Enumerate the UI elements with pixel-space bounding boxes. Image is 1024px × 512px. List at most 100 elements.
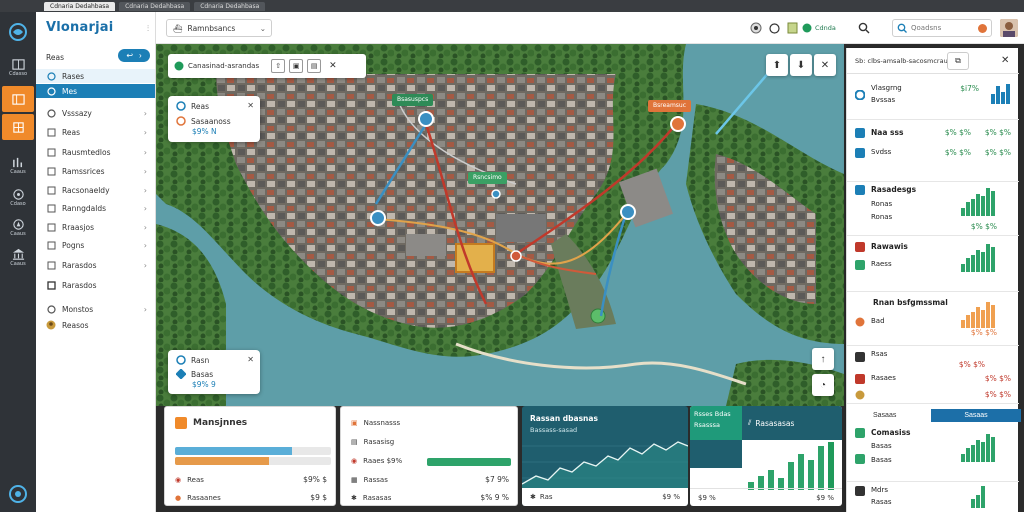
card-subtitle: Sasaanoss bbox=[191, 116, 231, 126]
rail-item-book[interactable]: Cdasso bbox=[2, 54, 34, 80]
map-pin-label[interactable]: Bsasuspcs bbox=[392, 94, 434, 106]
close-map-button[interactable]: ✕ bbox=[814, 54, 836, 76]
progress-bar bbox=[427, 458, 511, 466]
nav-item[interactable]: Reas › bbox=[36, 125, 155, 139]
mini-bar-chart bbox=[961, 188, 995, 216]
growth-card[interactable]: Rsses Bdas Rsasssa ⫽ Rasasasas $9 % $9 % bbox=[690, 406, 842, 506]
rail-item-layers[interactable] bbox=[2, 114, 34, 140]
copy-button[interactable]: ⧉ bbox=[947, 52, 969, 70]
share-button[interactable]: ⇧ bbox=[271, 59, 286, 73]
nav-item[interactable]: Ramssrices › bbox=[36, 164, 155, 178]
rail-item-panel[interactable] bbox=[2, 86, 34, 112]
map-info-card[interactable]: Rasn ✕ Basas $9% 9 bbox=[168, 350, 260, 394]
settings-icon[interactable] bbox=[8, 484, 28, 504]
card-footer: $9 % $9 % bbox=[690, 488, 842, 506]
metric-row[interactable]: Rasadesgs Ronas Ronas $% $% bbox=[847, 182, 1019, 236]
project-dropdown[interactable]: ⛴ Ramnbsancs ⌄ bbox=[166, 19, 272, 37]
metric-row[interactable]: Rnan bsfgmssmal Bad $% $% bbox=[847, 292, 1019, 346]
card-row: $9% N bbox=[192, 127, 217, 136]
highlight-label: Sasaas bbox=[964, 412, 988, 419]
nav-item-selected[interactable]: Mes bbox=[36, 84, 155, 98]
mini-bar bbox=[1001, 92, 1005, 104]
app-logo-icon[interactable] bbox=[8, 22, 28, 42]
close-icon[interactable]: ✕ bbox=[247, 101, 254, 110]
mini-bar bbox=[976, 250, 980, 272]
metric-row[interactable]: Rsas Rasaes $% $% $% $% $% $% bbox=[847, 346, 1019, 404]
card-row: $9% 9 bbox=[192, 380, 216, 389]
rail-item-bank[interactable]: Caaus bbox=[2, 244, 34, 270]
calendar-icon: ▦ bbox=[351, 475, 358, 484]
rail-item-label: Caaus bbox=[10, 230, 26, 237]
metric-row[interactable]: Rawawis Raess bbox=[847, 236, 1019, 292]
collapse-icon[interactable]: ⫶ bbox=[147, 24, 149, 34]
map-canvas[interactable]: Canasinad-asrandas ⇧ ▣ ▤ ✕ Bsasuspcs Bsr… bbox=[156, 44, 844, 406]
metric-row[interactable]: Vlasgrng Bvssas $i7% bbox=[847, 74, 1019, 120]
browser-tab[interactable]: Cdnaria Dedahbasa bbox=[44, 1, 116, 11]
nav-item[interactable]: Ranngdalds › bbox=[36, 201, 155, 215]
close-icon[interactable]: ✕ bbox=[329, 61, 337, 71]
square-icon bbox=[46, 240, 56, 250]
rail-item-network[interactable]: Cdaso bbox=[2, 184, 34, 210]
browser-tab[interactable]: Cdnaria Dedahbasa bbox=[119, 1, 191, 11]
nav-item[interactable]: Pogns › bbox=[36, 238, 155, 252]
nav-panel: Vlonarjai ⫶ ↩ › Reas Rases Mes Vsssazy › … bbox=[36, 12, 156, 512]
nav-item[interactable]: Monstos › bbox=[36, 302, 155, 316]
close-icon[interactable]: ✕ bbox=[1001, 55, 1009, 66]
nav-item[interactable]: Rarasdos bbox=[36, 278, 155, 292]
nav-item-label: Ranngdalds bbox=[62, 203, 107, 213]
pin-button[interactable]: ⬆ bbox=[766, 54, 788, 76]
metric-value: $% $% bbox=[958, 360, 985, 369]
square-icon bbox=[46, 166, 56, 176]
summary-card[interactable]: Mansjnnes ◉ Reas $9% $ ● Rasaanes $9 $ bbox=[164, 406, 336, 506]
user-avatar[interactable] bbox=[1000, 19, 1018, 37]
stat-icon bbox=[855, 454, 865, 464]
nav-item[interactable]: Reas bbox=[36, 50, 155, 64]
nav-item[interactable]: Rausmtedlos › bbox=[36, 145, 155, 159]
nav-item-label: Rarasdos bbox=[62, 280, 97, 290]
status-chip-label: Cdnda bbox=[815, 24, 836, 32]
row-value: $9% $ bbox=[303, 475, 327, 484]
map-pin-label[interactable]: Rsncsimo bbox=[468, 172, 507, 184]
download-button[interactable]: ⬇ bbox=[790, 54, 812, 76]
metric-row[interactable]: Comasiss Basas Basas bbox=[847, 424, 1019, 482]
save-button[interactable]: ▤ bbox=[307, 59, 322, 73]
nav-item[interactable]: Reasos bbox=[36, 318, 155, 332]
document-icon[interactable] bbox=[784, 20, 800, 36]
close-icon[interactable]: ✕ bbox=[247, 355, 254, 364]
metric-sub: Ronas bbox=[871, 200, 893, 208]
layers-button[interactable]: ▣ bbox=[289, 59, 304, 73]
zoom-in-button[interactable]: ↑ bbox=[812, 348, 834, 370]
search-icon[interactable] bbox=[856, 20, 872, 36]
locate-button[interactable]: ◔ bbox=[812, 374, 834, 396]
gear-icon: ✱ bbox=[530, 493, 536, 501]
rail-item-chart[interactable]: Caaus bbox=[2, 152, 34, 178]
progress-fill bbox=[175, 447, 292, 455]
coin-icon: ◉ bbox=[351, 457, 358, 465]
mini-bar bbox=[976, 307, 980, 328]
highlight-bar[interactable]: Sasaas bbox=[931, 409, 1021, 422]
nav-item[interactable]: Rases bbox=[36, 69, 155, 83]
map-pin-label[interactable]: Bsreamsuc bbox=[648, 100, 692, 112]
map-info-card[interactable]: Reas ✕ Sasaanoss $9% N bbox=[168, 96, 260, 142]
mini-bar bbox=[976, 495, 980, 508]
tab-active[interactable]: Rsses Bdas Rsasssa bbox=[690, 406, 742, 440]
record-icon[interactable] bbox=[748, 20, 764, 36]
info-icon[interactable] bbox=[766, 20, 782, 36]
nav-item[interactable]: Rarasdos › bbox=[36, 258, 155, 272]
metric-row[interactable]: Naa sss Svdss $% $% $% $% $% $% $% $% bbox=[847, 120, 1019, 182]
details-card[interactable]: ▣ Nassnasss ▤ Rasasisg ◉ Raaes $9% ▦ Ras… bbox=[340, 406, 518, 506]
user-icon[interactable] bbox=[974, 20, 990, 36]
metric-value: $% $% bbox=[984, 390, 1011, 399]
row-value: $% 9 % bbox=[480, 493, 509, 502]
nav-item[interactable]: Rraasjos › bbox=[36, 220, 155, 234]
chevron-right-icon: › bbox=[143, 185, 147, 195]
nav-item[interactable]: Vsssazy › bbox=[36, 106, 155, 120]
rail-item-compass[interactable]: Caaus bbox=[2, 214, 34, 240]
metric-row[interactable]: Mdrs Rasas bbox=[847, 482, 1019, 512]
mini-bar bbox=[986, 188, 990, 216]
trend-card[interactable]: Rassan dbasnas Bassass-sasad ✱ Ras $9 % bbox=[522, 406, 688, 506]
nav-item[interactable]: Racsonaeldy › bbox=[36, 183, 155, 197]
status-chip[interactable]: Cdnda bbox=[802, 22, 836, 34]
metric-sub: Rasas bbox=[871, 498, 892, 506]
browser-tab[interactable]: Cdnaria Dedahbasa bbox=[194, 1, 266, 11]
